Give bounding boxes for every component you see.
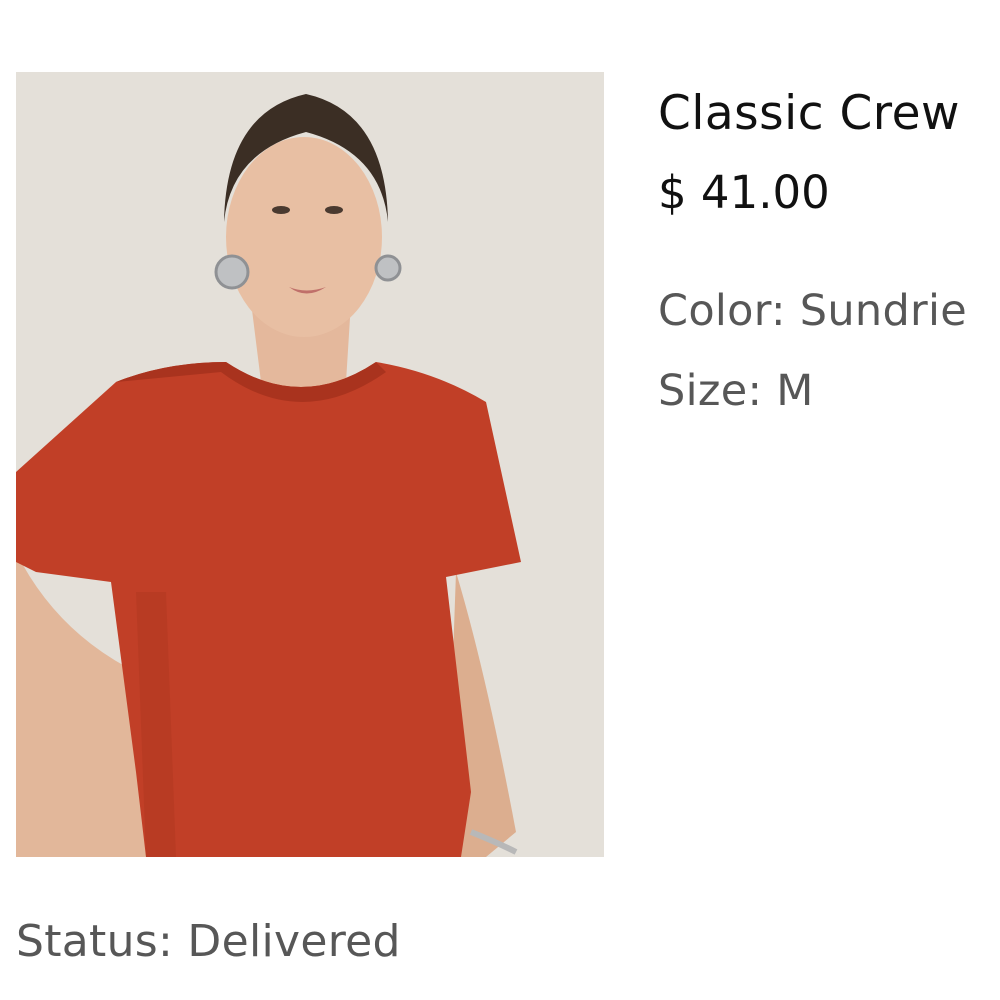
product-image[interactable]	[16, 72, 604, 857]
product-price: $ 41.00	[658, 166, 830, 219]
product-title[interactable]: Classic Crew	[658, 86, 960, 141]
product-info: Classic Crew $ 41.00 Color: Sundrie Size…	[658, 0, 1000, 460]
order-status: Status: Delivered	[16, 916, 401, 967]
product-color: Color: Sundrie	[658, 286, 968, 336]
order-item-page: Classic Crew $ 41.00 Color: Sundrie Size…	[0, 0, 1000, 1000]
product-size: Size: M	[658, 366, 814, 416]
model-photo	[16, 72, 604, 857]
